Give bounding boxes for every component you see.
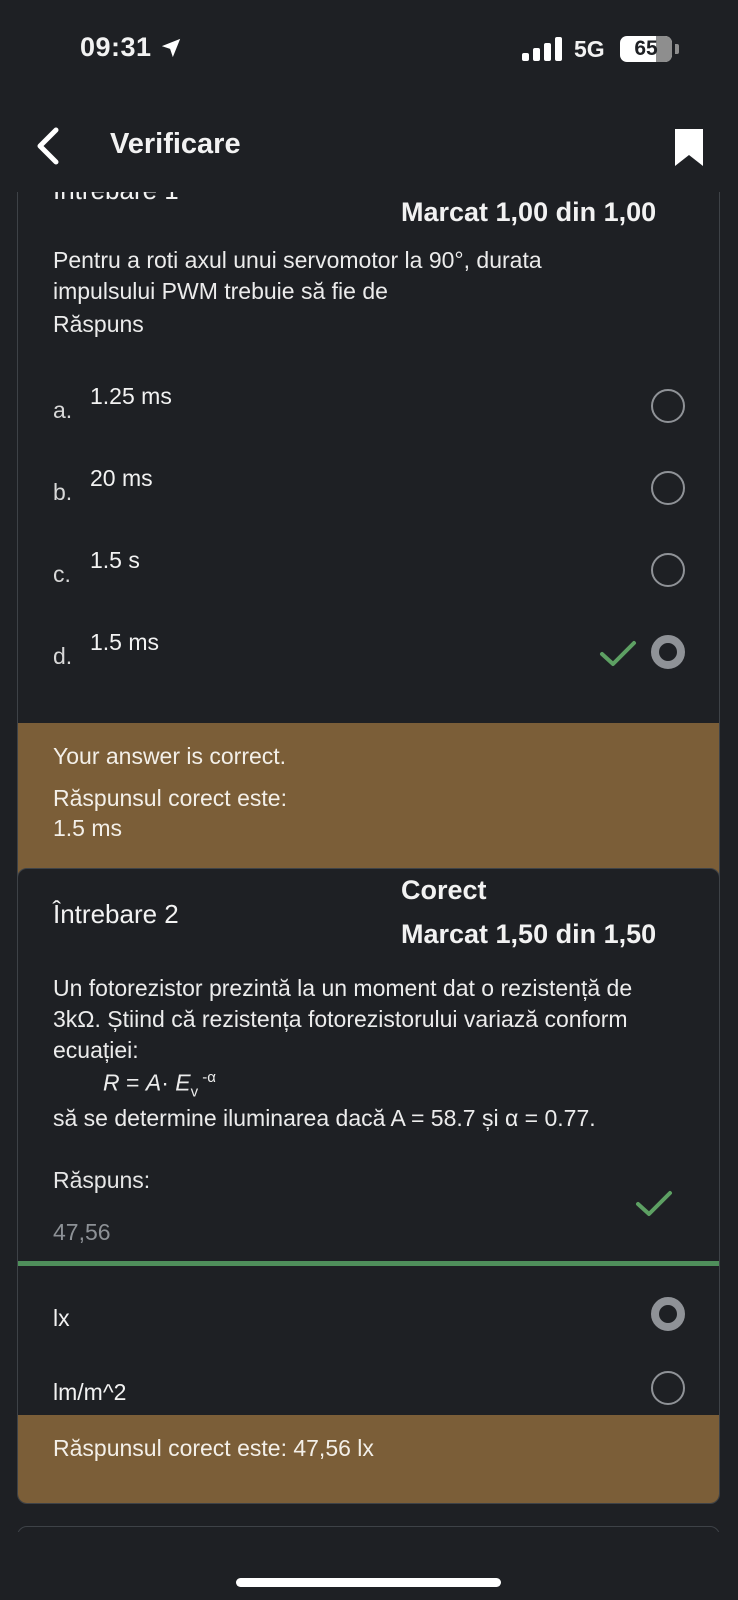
radio-button[interactable]	[651, 471, 685, 505]
checkmark-icon	[636, 1191, 672, 1216]
question-2-text-end: să se determine iluminarea dacă A = 58.7…	[53, 1105, 596, 1131]
feedback-correct-answer: Răspunsul corect este: 47,56 lx	[53, 1435, 374, 1461]
battery-icon: 65	[620, 36, 679, 62]
question-2-state: Corect	[401, 875, 487, 905]
question-1-grade: Marcat 1,00 din 1,00	[401, 197, 657, 227]
answer-input-underline	[18, 1261, 719, 1266]
feedback-correct-label: Răspunsul corect este:	[53, 785, 287, 811]
question-1-text: Pentru a roti axul unui servomotor la 90…	[53, 245, 693, 340]
question-2-grade: Marcat 1,50 din 1,50	[401, 919, 657, 949]
question-1-title: Întrebare 1	[53, 192, 179, 206]
radio-button[interactable]	[651, 1371, 685, 1405]
navigation-bar: Verificare	[0, 100, 738, 192]
status-bar: 09:31 5G 65	[0, 0, 738, 100]
feedback-result: Your answer is correct.	[53, 743, 287, 769]
feedback-box: Răspunsul corect este: 47,56 lx	[18, 1415, 719, 1503]
checkmark-icon	[600, 641, 636, 666]
review-content[interactable]: Întrebare 1 Marcat 1,00 din 1,00 Pentru …	[0, 192, 738, 1532]
radio-button-selected[interactable]	[651, 1297, 685, 1331]
unit-option-lx[interactable]: lx	[18, 1293, 719, 1353]
option-b[interactable]: b. 20 ms	[18, 463, 719, 523]
radio-button-selected[interactable]	[651, 635, 685, 669]
question-2-title: Întrebare 2	[53, 899, 179, 929]
back-chevron-icon[interactable]	[30, 122, 70, 170]
question-card-2: Corect Întrebare 2 Marcat 1,50 din 1,50 …	[17, 868, 720, 1504]
status-time: 09:31	[80, 32, 182, 63]
question-2-formula: R = A· Ev -α	[103, 1069, 216, 1101]
question-card-3	[17, 1526, 720, 1532]
page-title: Verificare	[110, 128, 241, 160]
radio-button[interactable]	[651, 553, 685, 587]
option-d[interactable]: d. 1.5 ms	[18, 627, 719, 687]
location-arrow-icon	[161, 38, 180, 57]
home-indicator[interactable]	[236, 1578, 501, 1587]
bookmark-icon[interactable]	[672, 126, 706, 168]
feedback-correct-value: 1.5 ms	[53, 815, 123, 841]
cellular-signal-icon	[522, 37, 562, 61]
answer-label: Răspuns:	[53, 1167, 151, 1193]
answer-input[interactable]: 47,56	[53, 1219, 111, 1246]
radio-button[interactable]	[651, 389, 685, 423]
option-a[interactable]: a. 1.25 ms	[18, 381, 719, 441]
option-c[interactable]: c. 1.5 s	[18, 545, 719, 605]
battery-level: 65	[634, 37, 658, 60]
network-type: 5G	[574, 36, 605, 62]
question-2-text: Un fotorezistor prezintă la un moment da…	[53, 975, 633, 1063]
answer-label: Răspuns	[53, 311, 144, 337]
